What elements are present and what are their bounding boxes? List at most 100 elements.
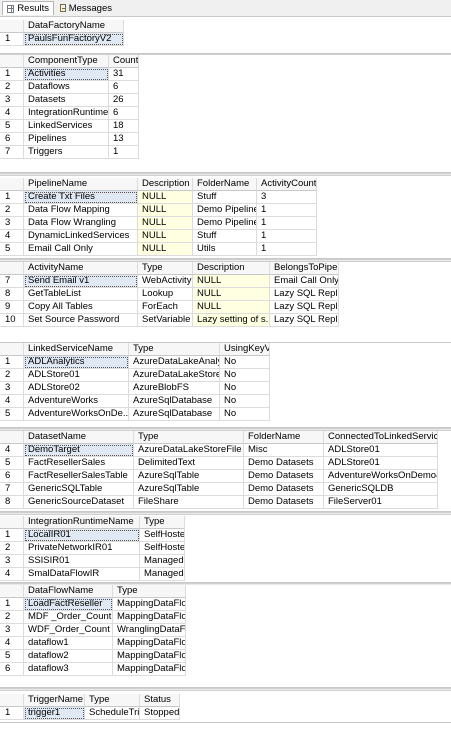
table-cell[interactable]: Demo Datasets xyxy=(244,457,324,470)
table-cell[interactable]: Stopped xyxy=(140,707,180,720)
table-cell[interactable]: DelimitedText xyxy=(134,457,244,470)
row-number[interactable]: 4 xyxy=(0,568,24,581)
table-row[interactable]: 4 SmalDataFlowIR Managed xyxy=(0,568,185,581)
grid-splitter[interactable] xyxy=(0,173,451,176)
table-row[interactable]: 4 AdventureWorks AzureSqlDatabase No xyxy=(0,395,270,408)
table-row[interactable]: 1ADLAnalyticsAzureDataLakeAnalyticsNo xyxy=(0,356,270,369)
table-cell[interactable]: NULL xyxy=(138,204,193,217)
table-row[interactable]: 10 Set Source Password SetVariable Lazy set… xyxy=(0,314,339,327)
column-header[interactable]: DataFactoryName xyxy=(24,20,124,33)
row-number[interactable]: 3 xyxy=(0,555,24,568)
column-header[interactable]: Description xyxy=(193,262,270,275)
table-cell[interactable]: Email Call Only xyxy=(270,275,339,288)
table-cell[interactable]: LocalIR01 xyxy=(24,529,140,542)
table-cell[interactable]: AdventureWorks xyxy=(24,395,129,408)
table-row[interactable]: 3 SSISIR01 Managed xyxy=(0,555,185,568)
table-cell[interactable]: MappingDataFlow xyxy=(113,611,186,624)
result-grid[interactable]: TriggerName Type Status 1 trigger1 ScheduleTr… xyxy=(0,694,451,723)
row-number[interactable]: 10 xyxy=(0,314,24,327)
result-grid[interactable]: ActivityName Type Description BelongsToPipe… xyxy=(0,262,451,343)
table-cell[interactable]: NULL xyxy=(138,191,193,204)
table-cell[interactable]: DynamicLinkedServices xyxy=(24,230,138,243)
column-header[interactable]: FolderName xyxy=(244,431,324,444)
row-number[interactable]: 8 xyxy=(0,496,24,509)
table-cell[interactable]: ScheduleTrigger xyxy=(85,707,140,720)
result-grid[interactable]: DatasetName Type FolderName ConnectedToLink… xyxy=(0,431,451,512)
table-cell[interactable]: AzureSqlDatabase xyxy=(129,408,220,421)
table-cell[interactable]: 1 xyxy=(257,217,317,230)
table-cell[interactable]: Copy All Tables xyxy=(24,301,138,314)
table-cell[interactable]: Demo Datasets xyxy=(244,483,324,496)
grid-splitter[interactable] xyxy=(0,512,451,515)
table-cell[interactable]: 1 xyxy=(257,243,317,256)
table-cell[interactable]: 1 xyxy=(109,146,139,159)
table-cell[interactable]: 1 xyxy=(257,230,317,243)
row-number[interactable]: 1 xyxy=(0,356,24,369)
tab-results[interactable]: Results xyxy=(2,1,54,15)
table-cell[interactable]: Triggers xyxy=(24,146,109,159)
table-cell[interactable]: Lazy SQL Replic... xyxy=(270,314,339,327)
table-row[interactable]: 5 Email Call Only NULL Utils 1 xyxy=(0,243,317,256)
table-cell[interactable]: No xyxy=(220,395,270,408)
table-cell[interactable]: Managed xyxy=(140,555,185,568)
table-cell[interactable]: NULL xyxy=(193,275,270,288)
column-header[interactable]: DataFlowName xyxy=(24,585,113,598)
table-cell[interactable]: PrivateNetworkIR01 xyxy=(24,542,140,555)
column-header[interactable]: TriggerName xyxy=(24,694,85,707)
column-header[interactable]: BelongsToPipeline xyxy=(270,262,339,275)
row-number[interactable]: 2 xyxy=(0,81,24,94)
table-cell[interactable]: Demo Datasets xyxy=(244,470,324,483)
column-header[interactable]: Count xyxy=(109,55,139,68)
table-cell[interactable]: Demo Pipelines xyxy=(193,217,257,230)
table-cell[interactable]: Datasets xyxy=(24,94,109,107)
table-cell[interactable]: Lazy SQL Replic... xyxy=(270,288,339,301)
table-cell[interactable]: AzureBlobFS xyxy=(129,382,220,395)
table-cell[interactable]: NULL xyxy=(138,217,193,230)
table-cell[interactable]: dataflow3 xyxy=(24,663,113,676)
table-cell[interactable]: GenericSourceDataset xyxy=(24,496,134,509)
column-header[interactable]: IntegrationRuntimeName xyxy=(24,516,140,529)
table-cell[interactable]: LinkedServices xyxy=(24,120,109,133)
table-cell[interactable]: Demo Pipelines xyxy=(193,204,257,217)
column-header[interactable]: Type xyxy=(113,585,186,598)
table-row[interactable]: 5 LinkedServices 18 xyxy=(0,120,139,133)
row-number[interactable]: 6 xyxy=(0,133,24,146)
table-row[interactable]: 3 ADLStore02 AzureBlobFS No xyxy=(0,382,270,395)
table-cell[interactable]: GenericSQLTable xyxy=(24,483,134,496)
table-cell[interactable]: Activities xyxy=(24,68,109,81)
column-header[interactable]: PipelineName xyxy=(24,178,138,191)
table-cell[interactable]: No xyxy=(220,408,270,421)
row-number[interactable]: 3 xyxy=(0,624,24,637)
column-header[interactable]: Type xyxy=(138,262,193,275)
result-grid[interactable]: LinkedServiceNameTypeUsingKeyVault1ADLAn… xyxy=(0,343,451,428)
row-number[interactable]: 1 xyxy=(0,707,24,720)
table-cell[interactable]: SetVariable xyxy=(138,314,193,327)
table-cell[interactable]: MappingDataFlow xyxy=(113,650,186,663)
row-number[interactable]: 5 xyxy=(0,243,24,256)
table-cell[interactable]: AzureSqlTable xyxy=(134,470,244,483)
table-row[interactable]: 2 MDF _Order_Count MappingDataFlow xyxy=(0,611,186,624)
table-cell[interactable]: ADLStore02 xyxy=(24,382,129,395)
table-row[interactable]: 1LocalIR01SelfHosted xyxy=(0,529,185,542)
column-header[interactable]: Description xyxy=(138,178,193,191)
table-cell[interactable]: AzureSqlTable xyxy=(134,483,244,496)
table-cell[interactable]: No xyxy=(220,382,270,395)
row-number[interactable]: 4 xyxy=(0,107,24,120)
table-row[interactable]: 1 Activities 31 xyxy=(0,68,139,81)
row-number[interactable]: 5 xyxy=(0,457,24,470)
column-header[interactable]: ActivityName xyxy=(24,262,138,275)
table-cell[interactable]: PaulsFunFactoryV2 xyxy=(24,33,124,46)
table-cell[interactable]: 6 xyxy=(109,107,139,120)
row-number[interactable]: 1 xyxy=(0,33,24,46)
row-number[interactable]: 1 xyxy=(0,529,24,542)
table-cell[interactable]: AdventureWorksOnDe... xyxy=(24,408,129,421)
row-number[interactable]: 8 xyxy=(0,288,24,301)
row-number[interactable]: 1 xyxy=(0,68,24,81)
row-number[interactable]: 7 xyxy=(0,483,24,496)
table-cell[interactable]: Data Flow Mapping xyxy=(24,204,138,217)
table-row[interactable]: 9 Copy All Tables ForEach NULL Lazy SQL Repl… xyxy=(0,301,339,314)
table-cell[interactable]: MappingDataFlow xyxy=(113,637,186,650)
table-cell[interactable]: 1 xyxy=(257,204,317,217)
table-row[interactable]: 6 FactResellerSalesTable AzureSqlTable Demo… xyxy=(0,470,438,483)
table-row[interactable]: 3WDF_Order_CountWranglingDataFlow xyxy=(0,624,186,637)
